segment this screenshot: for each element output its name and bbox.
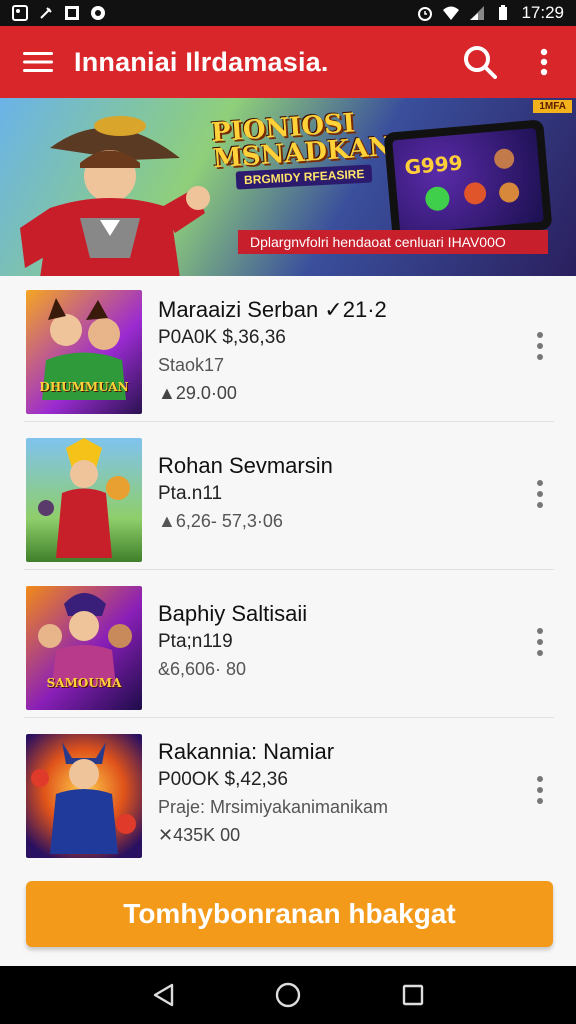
recents-square-icon — [403, 984, 424, 1006]
game-thumbnail — [26, 438, 142, 562]
item-title: Rakannia: Namiar — [158, 739, 335, 764]
alarm-icon — [418, 7, 433, 21]
back-button[interactable] — [143, 975, 183, 1015]
tablet-illustration: G999 — [383, 119, 553, 243]
status-bar: 17:29 — [0, 0, 576, 26]
item-text: Maraaizi Serban ✓21·2 P0A0K $,36,36 Stao… — [158, 296, 498, 407]
thumbnail-label: SAMOUMA — [46, 676, 122, 690]
primary-cta-button[interactable]: Tomhybonranan hbakgat — [26, 881, 553, 947]
game-thumbnail: DHUMMUAN — [26, 290, 142, 414]
more-vertical-icon — [537, 332, 543, 360]
list-item[interactable]: SAMOUMA Baphiy Saltisaii Pta;n119 &6,606… — [24, 572, 554, 718]
item-text: Baphiy Saltisaii Pta;n119 &6,606· 80 — [158, 600, 498, 683]
tool-notification-icon — [40, 7, 52, 19]
item-more-button[interactable] — [526, 622, 554, 662]
app-bar: Innaniai Ilrdamasia. — [0, 26, 576, 98]
status-time: 17:29 — [521, 3, 564, 22]
game-thumbnail: SAMOUMA — [26, 586, 142, 710]
item-meta: ▲29.0·00 — [158, 383, 237, 403]
thumbnail-label: DHUMMUAN — [39, 380, 129, 394]
item-subtitle: Staok17 — [158, 355, 225, 375]
more-vertical-icon — [537, 628, 543, 656]
game-thumbnail — [26, 734, 142, 858]
more-vertical-icon — [537, 776, 543, 804]
promo-banner[interactable]: PIONIOSI MSNADKAN BRGMIDY RFEASIRE G999 … — [0, 98, 576, 276]
back-triangle-icon — [153, 983, 173, 1007]
list-item[interactable]: Rakannia: Namiar P00OK $,42,36 Praje: Mr… — [24, 720, 554, 866]
wifi-icon — [443, 6, 460, 20]
item-price: Pta.n11 — [158, 483, 223, 504]
promo-title: PIONIOSI MSNADKAN — [210, 108, 393, 174]
more-vertical-icon — [540, 48, 548, 76]
item-title: Maraaizi Serban ✓21·2 — [158, 297, 387, 322]
item-price: P0A0K $,36,36 — [158, 327, 286, 348]
banner-corner-badge: 1MFA — [533, 100, 572, 113]
item-text: Rohan Sevmarsin Pta.n11 ▲6,26- 57,3·06 — [158, 452, 498, 535]
game-orbs-illustration — [425, 148, 520, 211]
list-item[interactable]: DHUMMUAN Maraaizi Serban ✓21·2 P0A0K $,3… — [24, 276, 554, 422]
item-subtitle: Praje: Mrsimiyakanimanikam — [158, 797, 389, 817]
more-vertical-icon — [537, 480, 543, 508]
item-title: Baphiy Saltisaii — [158, 601, 308, 626]
home-circle-icon — [275, 982, 301, 1008]
banner-caption: Dplargnvfolri hendaoat cenluari IHAV00O — [238, 230, 548, 254]
item-meta: ✕435K 00 — [158, 825, 241, 845]
game-character-art — [42, 298, 126, 400]
game-character-art — [38, 593, 132, 686]
item-subtitle: ▲6,26- 57,3·06 — [158, 511, 283, 531]
game-character-art — [31, 742, 136, 854]
item-text: Rakannia: Namiar P00OK $,42,36 Praje: Mr… — [158, 738, 498, 849]
search-button[interactable] — [448, 26, 512, 98]
game-list: DHUMMUAN Maraaizi Serban ✓21·2 P0A0K $,3… — [0, 276, 576, 868]
game-character-art — [38, 438, 130, 558]
app-title: Innaniai Ilrdamasia. — [74, 46, 329, 77]
item-more-button[interactable] — [526, 326, 554, 366]
hero-character-illustration — [20, 116, 210, 276]
item-price: P00OK $,42,36 — [158, 769, 288, 790]
item-more-button[interactable] — [526, 474, 554, 514]
gallery-notification-icon — [12, 5, 28, 21]
overflow-menu-button[interactable] — [512, 26, 576, 98]
hamburger-menu-icon — [23, 52, 53, 72]
search-icon — [464, 46, 497, 79]
battery-icon — [499, 5, 508, 20]
item-price: Pta;n119 — [158, 631, 233, 652]
item-title: Rohan Sevmarsin — [158, 453, 333, 478]
home-button[interactable] — [268, 975, 308, 1015]
photo-notification-icon — [65, 6, 79, 20]
recents-button[interactable] — [393, 975, 433, 1015]
music-notification-icon — [91, 6, 105, 20]
list-item[interactable]: Rohan Sevmarsin Pta.n11 ▲6,26- 57,3·06 — [24, 424, 554, 570]
item-more-button[interactable] — [526, 770, 554, 810]
item-subtitle: &6,606· 80 — [158, 659, 247, 679]
signal-icon — [470, 6, 485, 20]
system-navigation-bar — [0, 966, 576, 1024]
tablet-screen: G999 — [392, 127, 544, 235]
